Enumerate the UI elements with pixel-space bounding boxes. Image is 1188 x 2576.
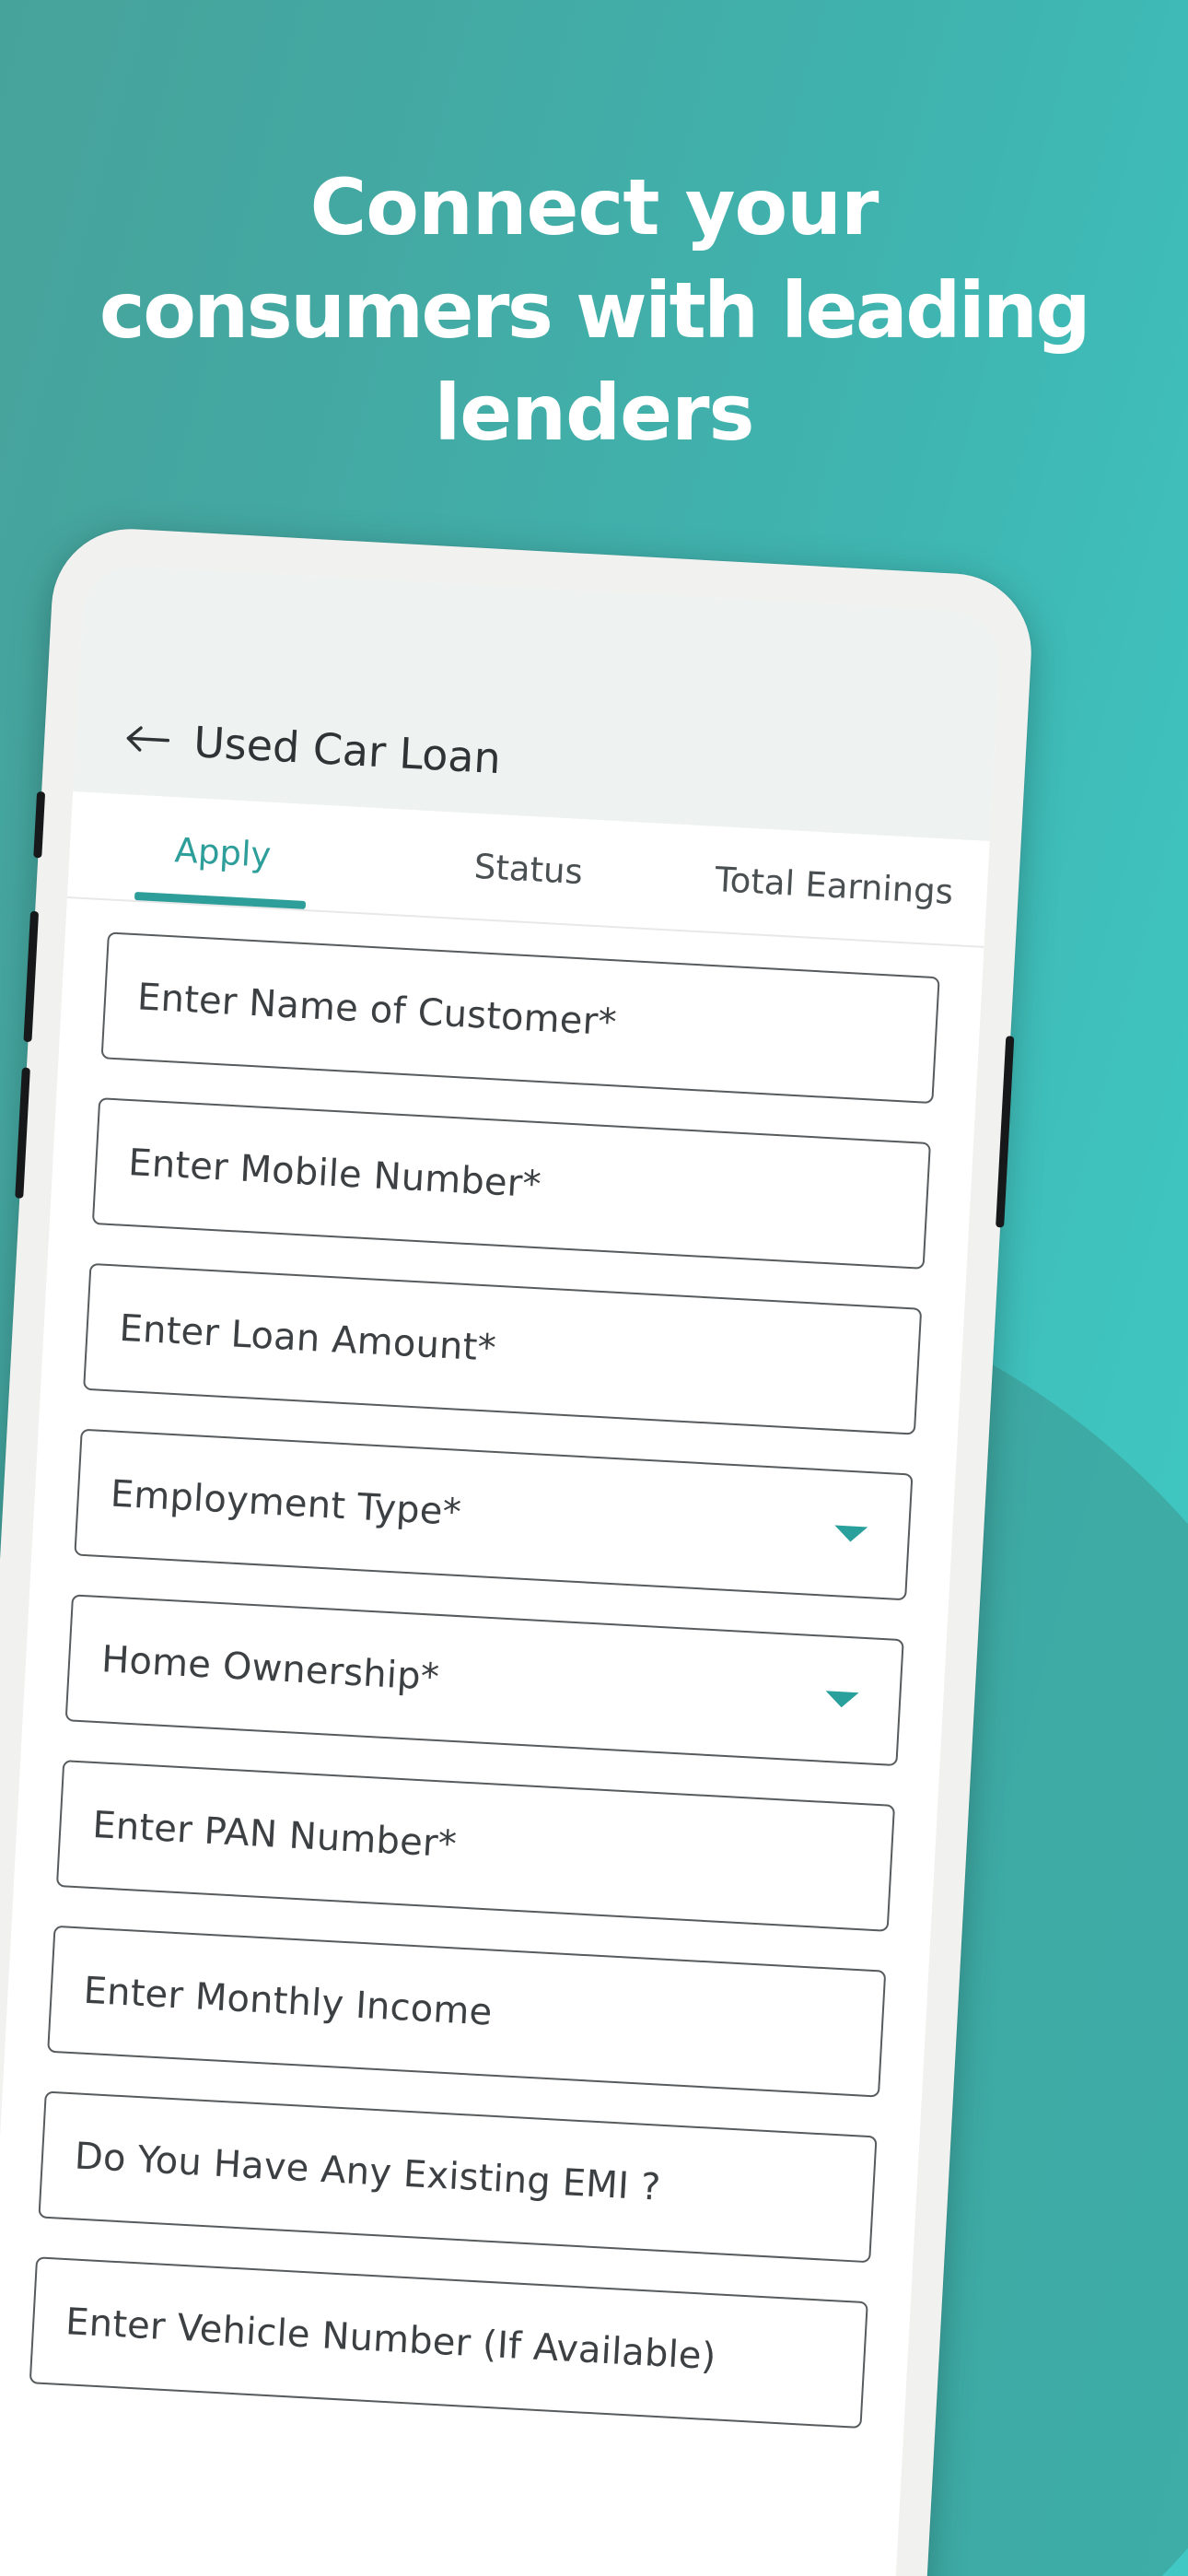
page-title: Used Car Loan	[192, 717, 503, 784]
chevron-down-icon[interactable]	[824, 1691, 859, 1709]
headline-line-2: consumers with leading	[99, 264, 1091, 356]
tab-apply[interactable]: Apply	[67, 791, 379, 913]
monthly-income-label: Enter Monthly Income	[82, 1969, 494, 2034]
pan-number-field[interactable]: Enter PAN Number*	[55, 1760, 896, 1932]
vehicle-number-label: Enter Vehicle Number (If Available)	[64, 2301, 717, 2379]
tab-apply-label: Apply	[173, 829, 273, 875]
phone-screen: Used Car Loan Apply Status Total Earning…	[0, 563, 1003, 2576]
headline-line-1: Connect your	[309, 162, 879, 252]
existing-emi-field[interactable]: Do You Have Any Existing EMI ?	[38, 2090, 878, 2264]
home-ownership-select[interactable]: Home Ownership*	[64, 1594, 904, 1767]
phone-mockup: Used Car Loan Apply Status Total Earning…	[0, 524, 1086, 2576]
employment-type-label: Employment Type*	[109, 1472, 463, 1535]
mobile-number-field[interactable]: Enter Mobile Number*	[91, 1097, 931, 1270]
tab-status-label: Status	[472, 846, 584, 892]
monthly-income-field[interactable]: Enter Monthly Income	[47, 1925, 887, 2098]
existing-emi-label: Do You Have Any Existing EMI ?	[73, 2135, 662, 2209]
vehicle-number-field[interactable]: Enter Vehicle Number (If Available)	[29, 2256, 868, 2430]
employment-type-select[interactable]: Employment Type*	[74, 1428, 914, 1601]
headline-line-3: lenders	[434, 368, 754, 459]
customer-name-field[interactable]: Enter Name of Customer*	[100, 931, 940, 1105]
tab-total-earnings[interactable]: Total Earnings	[679, 825, 990, 946]
loan-application-form: Enter Name of Customer* Enter Mobile Num…	[0, 897, 984, 2431]
arrow-left-icon[interactable]	[122, 713, 175, 766]
customer-name-label: Enter Name of Customer*	[135, 976, 618, 1045]
loan-amount-label: Enter Loan Amount*	[118, 1306, 497, 1370]
tab-status[interactable]: Status	[373, 808, 684, 930]
mobile-number-label: Enter Mobile Number*	[127, 1142, 542, 1207]
promo-headline: Connect your consumers with leading lend…	[0, 157, 1188, 465]
pan-number-label: Enter PAN Number*	[91, 1803, 458, 1867]
tab-total-earnings-label: Total Earnings	[714, 859, 955, 912]
loan-amount-field[interactable]: Enter Loan Amount*	[83, 1262, 923, 1435]
home-ownership-label: Home Ownership*	[100, 1638, 441, 1700]
chevron-down-icon[interactable]	[833, 1525, 868, 1543]
promo-screenshot: Connect your consumers with leading lend…	[0, 0, 1188, 2576]
